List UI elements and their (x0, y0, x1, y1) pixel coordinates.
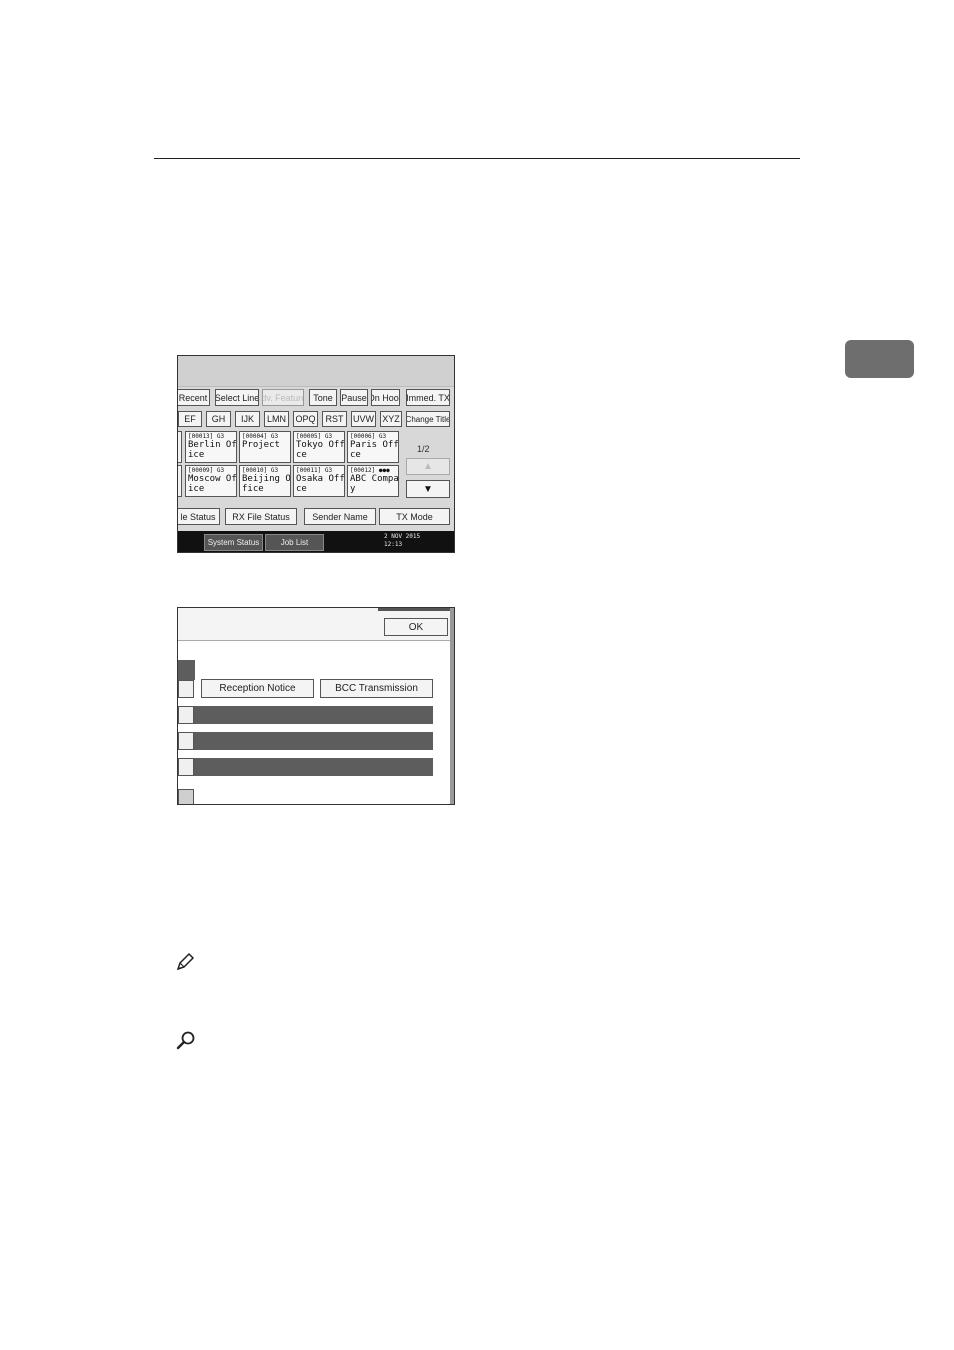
down-arrow-icon: ▼ (423, 483, 433, 495)
destination-beijing-office[interactable]: [00010] G3 Beijing Of fice (239, 465, 291, 497)
destination-paris-office[interactable]: [00006] G3 Paris Offi ce (347, 431, 399, 463)
destination-moscow-office[interactable]: [00009] G3 Moscow Off ice (185, 465, 237, 497)
header-rule (154, 158, 800, 159)
destination-number: [00012] ●●● (350, 467, 390, 474)
index-tab-ijk[interactable]: IJK (235, 411, 260, 427)
option-row-bar (194, 732, 433, 750)
index-tab-opq[interactable]: OPQ (293, 411, 318, 427)
section-header-bar (178, 660, 195, 680)
option-partial-button[interactable] (178, 789, 194, 804)
tx-options-screen: OK Reception Notice BCC Transmission (177, 607, 455, 805)
destination-number: [00010] G3 (242, 467, 279, 474)
page-up-button[interactable]: ▲ (406, 458, 450, 475)
change-title-button[interactable]: Change Title (406, 411, 450, 427)
select-line-button[interactable]: Select Line (215, 389, 259, 406)
destination-partial[interactable] (178, 431, 182, 463)
destination-project[interactable]: [00004] G3 Project (239, 431, 291, 463)
job-list-button[interactable]: Job List (265, 534, 324, 551)
note-pencil-icon (176, 952, 195, 971)
page-down-button[interactable]: ▼ (406, 480, 450, 498)
clock-date: 2 NOV 2015 (384, 533, 421, 540)
destination-number: [00013] G3 (188, 433, 225, 440)
chapter-tab (845, 340, 914, 378)
screen-header (178, 356, 454, 387)
bcc-transmission-button[interactable]: BCC Transmission (320, 679, 433, 698)
ok-button[interactable]: OK (384, 618, 448, 636)
destination-number: [00005] G3 (296, 433, 333, 440)
header-accent (378, 608, 454, 611)
index-tab-uvw[interactable]: UVW (351, 411, 376, 427)
reference-magnifier-icon (176, 1031, 195, 1050)
destination-osaka-office[interactable]: [00011] G3 Osaka Offi ce (293, 465, 345, 497)
destination-number: [00004] G3 (242, 433, 279, 440)
destination-partial[interactable] (178, 465, 182, 497)
option-partial-button[interactable] (178, 732, 194, 750)
option-row-bar (194, 758, 433, 776)
fax-destination-screen: Recent Select Line Adv. Features Tone Pa… (177, 355, 455, 553)
destination-number: [00009] G3 (188, 467, 225, 474)
scroll-edge (450, 608, 454, 804)
tx-mode-button[interactable]: TX Mode (379, 508, 450, 525)
destination-number: [00011] G3 (296, 467, 333, 474)
file-status-button[interactable]: le Status (178, 508, 220, 525)
destination-berlin-office[interactable]: [00013] G3 Berlin Off ice (185, 431, 237, 463)
system-status-button[interactable]: System Status (204, 534, 263, 551)
sender-name-button[interactable]: Sender Name (304, 508, 376, 525)
index-tab-rst[interactable]: RST (322, 411, 347, 427)
immed-tx-button[interactable]: Immed. TX (406, 389, 450, 406)
index-tab-lmn[interactable]: LMN (264, 411, 289, 427)
group-icon: ●●● (378, 467, 390, 474)
pause-button[interactable]: Pause (340, 389, 368, 406)
option-partial-button[interactable] (178, 706, 194, 724)
rx-file-status-button[interactable]: RX File Status (225, 508, 297, 525)
adv-features-button[interactable]: Adv. Features (262, 389, 304, 406)
page-indicator: 1/2 (417, 444, 430, 454)
up-arrow-icon: ▲ (423, 461, 433, 472)
option-partial-button[interactable] (178, 758, 194, 776)
recent-button[interactable]: Recent (178, 389, 210, 406)
index-tab-gh[interactable]: GH (206, 411, 231, 427)
option-partial-button[interactable] (178, 680, 194, 698)
index-tab-ef[interactable]: EF (178, 411, 202, 427)
index-tab-xyz[interactable]: XYZ (380, 411, 402, 427)
destination-tokyo-office[interactable]: [00005] G3 Tokyo Offi ce (293, 431, 345, 463)
destination-number: [00006] G3 (350, 433, 387, 440)
clock: 2 NOV 2015 12:13 (384, 533, 420, 549)
reception-notice-button[interactable]: Reception Notice (201, 679, 314, 698)
tone-button[interactable]: Tone (309, 389, 337, 406)
destination-abc-company[interactable]: [00012] ●●● ABC Compan y (347, 465, 399, 497)
on-hook-button[interactable]: On Hook (371, 389, 400, 406)
option-row-bar (194, 706, 433, 724)
clock-time: 12:13 (384, 541, 403, 548)
